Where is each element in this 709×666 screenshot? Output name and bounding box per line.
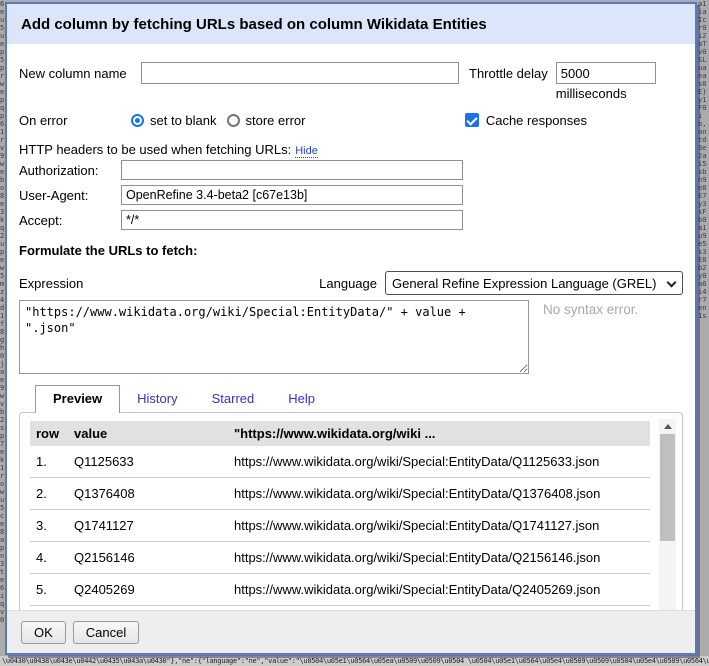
language-select[interactable]: General Refine Expression Language (GREL… xyxy=(385,271,683,295)
chevron-down-icon xyxy=(667,278,677,288)
dialog-footer: OK Cancel xyxy=(7,610,695,653)
radio-unselected-icon[interactable] xyxy=(227,114,240,127)
row-number: 1. xyxy=(36,454,74,469)
user-agent-label: User-Agent: xyxy=(19,188,121,203)
row-value: Q1376408 xyxy=(74,486,234,501)
radio-selected-icon[interactable] xyxy=(131,114,144,127)
row-number: 5. xyxy=(36,582,74,597)
row-number: 2. xyxy=(36,486,74,501)
tab-help[interactable]: Help xyxy=(271,386,332,412)
cancel-button[interactable]: Cancel xyxy=(73,621,139,644)
http-headers-label: HTTP headers to be used when fetching UR… xyxy=(19,142,291,157)
preview-scrollbar[interactable] xyxy=(659,419,676,610)
expression-textarea[interactable]: "https://www.wikidata.org/wiki/Special:E… xyxy=(19,300,529,374)
scroll-up-icon[interactable] xyxy=(659,419,676,434)
dialog-title: Add column by fetching URLs based on col… xyxy=(7,4,695,44)
table-row: 2. Q1376408 https://www.wikidata.org/wik… xyxy=(30,478,650,510)
formulate-heading: Formulate the URLs to fetch: xyxy=(19,243,683,258)
expression-label: Expression xyxy=(19,276,83,291)
expression-block: "https://www.wikidata.org/wiki/Special:E… xyxy=(19,300,683,374)
ok-button[interactable]: OK xyxy=(21,621,66,644)
dialog-body: New column name Throttle delay milliseco… xyxy=(7,44,695,610)
table-row: 4. Q2156146 https://www.wikidata.org/wik… xyxy=(30,542,650,574)
preview-table-body: 1. Q1125633 https://www.wikidata.org/wik… xyxy=(30,446,650,610)
row-url: https://www.wikidata.org/wiki/Special:En… xyxy=(234,550,650,565)
table-row: 3. Q1741127 https://www.wikidata.org/wik… xyxy=(30,510,650,542)
row-url: https://www.wikidata.org/wiki/Special:En… xyxy=(234,518,650,533)
on-error-label: On error xyxy=(19,113,131,128)
tab-bar: Preview History Starred Help xyxy=(19,384,683,412)
new-column-name-input[interactable] xyxy=(141,62,459,84)
column-header-url: "https://www.wikidata.org/wiki ... xyxy=(234,426,650,441)
user-agent-input[interactable] xyxy=(121,185,463,205)
table-row: 5. Q2405269 https://www.wikidata.org/wik… xyxy=(30,574,650,606)
cache-responses-group[interactable]: Cache responses xyxy=(465,113,587,128)
row-url: https://www.wikidata.org/wiki/Special:En… xyxy=(234,486,650,501)
hide-headers-link[interactable]: Hide xyxy=(295,145,318,158)
checkbox-checked-icon[interactable] xyxy=(465,113,479,127)
language-selected-value: General Refine Expression Language (GREL… xyxy=(392,276,656,291)
row-value: Q1125633 xyxy=(74,454,234,469)
row-value: Q2156146 xyxy=(74,550,234,565)
row-value: Q1741127 xyxy=(74,518,234,533)
tab-history[interactable]: History xyxy=(120,386,194,412)
scrollbar-thumb[interactable] xyxy=(660,434,675,541)
preview-table: row value "https://www.wikidata.org/wiki… xyxy=(30,421,650,610)
tab-starred[interactable]: Starred xyxy=(195,386,272,412)
throttle-delay-label: Throttle delay xyxy=(469,62,548,81)
column-header-value: value xyxy=(74,426,234,441)
table-row: 6. Q2864894 https://www.wikidata.org/wik… xyxy=(30,606,650,610)
on-error-option-label: set to blank xyxy=(150,113,217,128)
throttle-delay-group: milliseconds xyxy=(556,62,656,101)
accept-label: Accept: xyxy=(19,213,121,228)
tab-preview[interactable]: Preview xyxy=(35,385,120,413)
column-header-row: row xyxy=(36,426,74,441)
row-url: https://www.wikidata.org/wiki/Special:En… xyxy=(234,582,650,597)
on-error-option-label: store error xyxy=(246,113,306,128)
on-error-row: On error set to blank store error Cache … xyxy=(19,110,683,130)
add-column-by-fetching-urls-dialog: Add column by fetching URLs based on col… xyxy=(5,2,697,655)
milliseconds-label: milliseconds xyxy=(556,86,656,101)
background-page-bottom: \u0430\u0438\u043e\u0442\u0435\u043a\u04… xyxy=(0,656,709,666)
language-group: Language General Refine Expression Langu… xyxy=(319,271,683,295)
cache-responses-label: Cache responses xyxy=(486,113,587,128)
syntax-status: No syntax error. xyxy=(543,300,638,317)
row-number: 4. xyxy=(36,550,74,565)
on-error-option-store-error[interactable]: store error xyxy=(227,113,306,128)
row-number: 3. xyxy=(36,518,74,533)
row-url: https://www.wikidata.org/wiki/Special:En… xyxy=(234,454,650,469)
http-headers-grid: Authorization: User-Agent: Accept: xyxy=(19,160,683,230)
accept-input[interactable] xyxy=(121,210,463,230)
preview-table-header: row value "https://www.wikidata.org/wiki… xyxy=(30,421,650,446)
background-page-right: a1iaIcr0i2aTv0SLuaeas8E}y1F0ib,antd3e2ai… xyxy=(698,0,709,666)
language-label: Language xyxy=(319,276,377,291)
new-column-name-label: New column name xyxy=(19,62,141,81)
http-headers-line: HTTP headers to be used when fetching UR… xyxy=(19,142,683,157)
authorization-label: Authorization: xyxy=(19,163,121,178)
row-value: Q2405269 xyxy=(74,582,234,597)
table-row: 1. Q1125633 https://www.wikidata.org/wik… xyxy=(30,446,650,478)
expression-row: Expression Language General Refine Expre… xyxy=(19,270,683,296)
preview-panel: row value "https://www.wikidata.org/wiki… xyxy=(19,412,683,610)
throttle-delay-input[interactable] xyxy=(556,62,656,84)
authorization-input[interactable] xyxy=(121,160,463,180)
on-error-option-set-to-blank[interactable]: set to blank xyxy=(131,113,217,128)
new-column-row: New column name Throttle delay milliseco… xyxy=(19,62,683,104)
